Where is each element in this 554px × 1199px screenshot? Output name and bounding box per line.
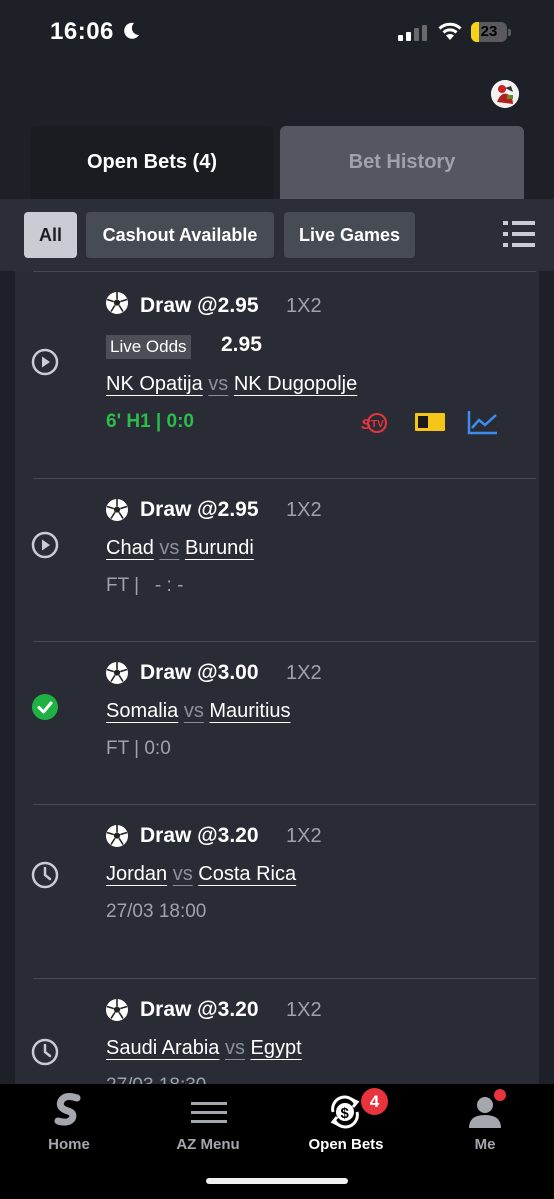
tab-open-bets[interactable]: Open Bets (4) [30, 126, 274, 199]
profile-avatar[interactable] [491, 80, 519, 108]
play-circle-icon [31, 348, 59, 376]
bet-card[interactable]: Draw @2.95 1X2 Chad vs Burundi FT | - : … [15, 478, 539, 641]
away-team[interactable]: Costa Rica [198, 863, 296, 885]
bet-card[interactable]: Draw @3.20 1X2 Jordan vs Costa Rica 27/0… [15, 804, 539, 978]
filter-bar: All Cashout Available Live Games [0, 199, 554, 271]
bet-market: 1X2 [286, 825, 322, 847]
away-team[interactable]: NK Dugopolje [234, 373, 357, 395]
filter-all-button[interactable]: All [24, 212, 77, 258]
stats-chart-icon[interactable] [467, 409, 499, 435]
vs-label: vs [172, 863, 193, 885]
nav-az-menu[interactable]: AZ Menu [139, 1084, 277, 1164]
match-teams[interactable]: Jordan vs Costa Rica [106, 863, 296, 886]
match-teams[interactable]: Chad vs Burundi [106, 537, 254, 560]
vs-label: vs [224, 1037, 245, 1059]
clock-icon [31, 1038, 59, 1066]
home-team[interactable]: Saudi Arabia [106, 1037, 219, 1059]
nav-open-bets-label: Open Bets [308, 1136, 384, 1153]
nav-home-label: Home [48, 1136, 90, 1153]
home-team[interactable]: Somalia [106, 700, 178, 722]
match-teams[interactable]: Saudi Arabia vs Egypt [106, 1037, 302, 1060]
bet-selection: Draw @3.00 [140, 661, 259, 684]
tab-bet-history-label: Bet History [348, 151, 456, 173]
home-team[interactable]: Chad [106, 537, 154, 559]
football-icon [106, 662, 128, 684]
clock-icon [31, 861, 59, 889]
away-team[interactable]: Egypt [251, 1037, 302, 1059]
nav-home[interactable]: Home [0, 1084, 138, 1164]
cellular-signal-icon [398, 25, 427, 41]
nav-me-label: Me [474, 1136, 496, 1153]
match-time: 6' H1 | [106, 411, 167, 432]
bet-market: 1X2 [286, 662, 322, 684]
battery-icon: 23 [471, 22, 511, 42]
nav-me[interactable]: Me [416, 1084, 554, 1164]
nav-open-bets[interactable]: $ Open Bets [277, 1084, 415, 1164]
play-circle-icon [31, 531, 59, 559]
open-bets-list: Draw @2.95 1X2 Live Odds 2.95 NK Opatija… [15, 271, 539, 1084]
vs-label: vs [183, 700, 204, 722]
list-view-icon[interactable] [503, 219, 535, 249]
match-info: 27/03 18:30 [106, 1075, 206, 1084]
tab-bet-history[interactable]: Bet History [280, 126, 524, 199]
status-bar: 16:06 23 [0, 0, 554, 66]
battery-level: 23 [480, 23, 498, 40]
bet-market: 1X2 [286, 499, 322, 521]
match-info: 27/03 18:00 [106, 901, 207, 922]
open-bets-icon: $ [330, 1095, 360, 1129]
match-score: 0:0 [166, 411, 194, 432]
svg-text:TV: TV [371, 419, 384, 430]
bet-selection: Draw @3.20 [140, 998, 259, 1021]
football-icon [106, 825, 128, 847]
bet-market: 1X2 [286, 999, 322, 1021]
match-teams[interactable]: Somalia vs Mauritius [106, 700, 291, 723]
menu-icon [191, 1102, 227, 1123]
nav-az-menu-label: AZ Menu [176, 1136, 240, 1153]
away-team[interactable]: Burundi [185, 537, 254, 559]
bet-card[interactable]: Draw @3.20 1X2 Saudi Arabia vs Egypt 27/… [15, 978, 539, 1084]
svg-text:$: $ [341, 1105, 350, 1122]
bet-card[interactable]: Draw @3.00 1X2 Somalia vs Mauritius FT |… [15, 641, 539, 804]
open-bets-count-badge: 4 [361, 1088, 388, 1115]
filter-cashout-button[interactable]: Cashout Available [86, 212, 274, 258]
status-time: 16:06 [50, 18, 114, 45]
home-indicator[interactable] [206, 1178, 348, 1184]
bet-market: 1X2 [286, 295, 322, 317]
live-odds-label: Live Odds [106, 335, 191, 359]
wifi-icon [438, 22, 462, 40]
stream-tv-icon[interactable]: S TV [361, 411, 393, 435]
away-team[interactable]: Mauritius [209, 700, 290, 722]
bet-selection: Draw @2.95 [140, 294, 259, 317]
football-icon [106, 499, 128, 521]
home-team[interactable]: Jordan [106, 863, 167, 885]
bet-card[interactable]: Draw @2.95 1X2 Live Odds 2.95 NK Opatija… [15, 271, 539, 478]
avatar-image [491, 80, 519, 108]
notification-dot [494, 1089, 506, 1101]
vs-label: vs [208, 373, 229, 395]
check-circle-icon [32, 694, 58, 720]
home-logo-icon [54, 1093, 81, 1126]
match-info: FT | 0:0 [106, 738, 171, 759]
bet-selection: Draw @3.20 [140, 824, 259, 847]
match-teams[interactable]: NK Opatija vs NK Dugopolje [106, 373, 357, 396]
bet-selection: Draw @2.95 [140, 498, 259, 521]
football-icon [106, 292, 128, 314]
tab-open-bets-label: Open Bets (4) [86, 151, 218, 173]
bet-tabs: Open Bets (4) Bet History [0, 126, 554, 199]
match-tracker-icon[interactable] [414, 411, 446, 433]
moon-icon [124, 22, 139, 39]
football-icon [106, 999, 128, 1021]
live-odds-value: 2.95 [221, 333, 262, 356]
match-info: FT | - : - [106, 575, 184, 596]
live-score-line: 6' H1 | 0:0 [106, 411, 194, 433]
filter-live-games-button[interactable]: Live Games [284, 212, 415, 258]
vs-label: vs [159, 537, 180, 559]
home-team[interactable]: NK Opatija [106, 373, 203, 395]
